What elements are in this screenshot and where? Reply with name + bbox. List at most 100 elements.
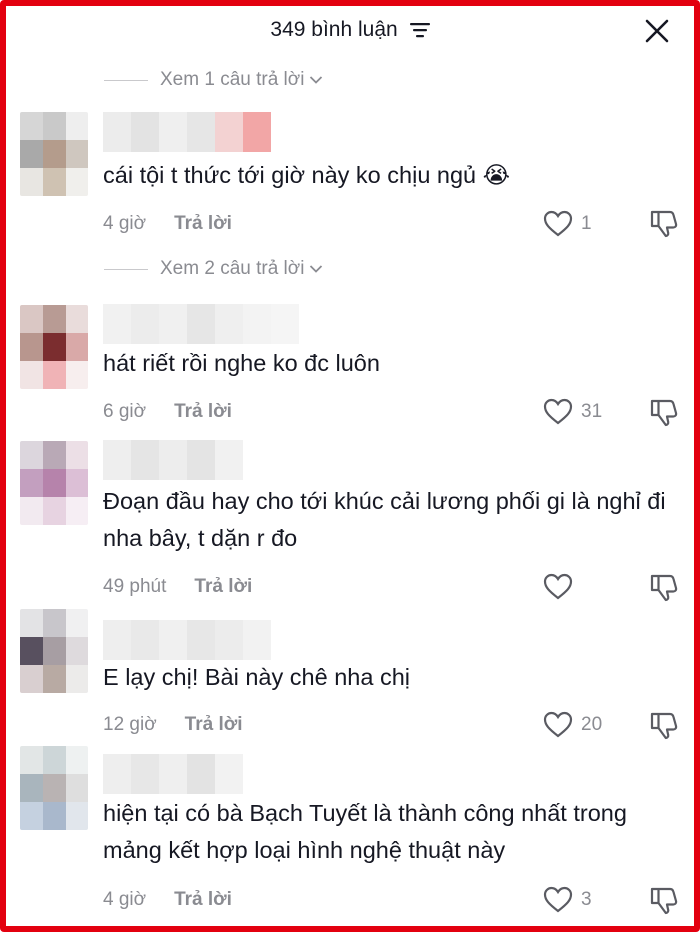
reply-button[interactable]: Trả lời	[194, 576, 252, 598]
comment-text: E lạy chị! Bài này chê nha chị	[103, 664, 410, 690]
comment-count-title: 349 bình luận	[0, 18, 700, 42]
comment-meta: 4 giờ Trả lời	[103, 210, 232, 238]
comment-meta: 12 giờ Trả lời	[103, 711, 243, 739]
username-pixel	[131, 304, 159, 344]
avatar-pixel	[20, 609, 43, 637]
username-pixel	[159, 620, 187, 660]
avatar-pixel	[20, 497, 43, 525]
avatar-pixel	[43, 609, 66, 637]
avatar-pixel	[66, 112, 88, 140]
comment-meta: 4 giờ Trả lời	[103, 886, 232, 914]
comment-time: 12 giờ	[103, 714, 157, 735]
comment-text: Đoạn đầu hay cho tới khúc cải lương phối…	[103, 488, 666, 551]
username-blurred[interactable]	[103, 620, 271, 660]
dislike-icon[interactable]	[648, 884, 680, 916]
avatar-pixel	[66, 665, 88, 693]
comment-time: 49 phút	[103, 576, 167, 597]
view-replies-label: Xem 1 câu trả lời	[160, 69, 305, 90]
avatar-pixel	[43, 305, 66, 333]
dislike-icon[interactable]	[648, 571, 680, 603]
chevron-down-icon	[310, 76, 323, 84]
username-blurred[interactable]	[103, 112, 271, 152]
chevron-down-icon	[310, 265, 323, 273]
username-blurred[interactable]	[103, 304, 299, 344]
avatar-pixel	[20, 637, 43, 665]
avatar-pixel	[43, 168, 66, 196]
replies-divider	[104, 268, 148, 270]
like-button[interactable]: 31	[543, 395, 602, 429]
view-replies-link[interactable]: Xem 2 câu trả lời	[104, 255, 323, 283]
comment-count-label: 349 bình luận	[270, 18, 398, 41]
like-count: 1	[581, 213, 592, 234]
username-pixel	[187, 440, 215, 480]
avatar-pixel	[66, 441, 88, 469]
avatar-pixel	[20, 774, 43, 802]
username-pixel	[215, 440, 243, 480]
avatar[interactable]	[20, 441, 88, 525]
like-button[interactable]: 3	[543, 883, 592, 917]
view-replies-link[interactable]: Xem 1 câu trả lời	[104, 66, 323, 94]
like-button[interactable]: 1	[543, 207, 592, 241]
like-button[interactable]: 20	[543, 708, 602, 742]
username-pixel	[271, 304, 299, 344]
username-pixel	[243, 112, 271, 152]
like-count: 20	[581, 714, 603, 735]
username-pixel	[159, 754, 187, 794]
avatar-pixel	[43, 774, 66, 802]
reply-button[interactable]: Trả lời	[174, 213, 232, 235]
heart-icon	[543, 573, 573, 600]
username-pixel	[215, 620, 243, 660]
avatar-pixel	[43, 140, 66, 168]
dislike-icon[interactable]	[648, 709, 680, 741]
comment-text: cái tội t thức tới giờ này ko chịu ngủ 😭	[103, 162, 511, 188]
sort-filter-icon[interactable]	[409, 22, 430, 38]
avatar-pixel	[66, 609, 88, 637]
username-pixel	[243, 620, 271, 660]
avatar-pixel	[43, 637, 66, 665]
dislike-icon[interactable]	[648, 207, 680, 239]
comments-header: 349 bình luận	[0, 14, 700, 50]
like-button[interactable]	[543, 570, 581, 604]
avatar-pixel	[43, 802, 66, 830]
avatar-pixel	[20, 665, 43, 693]
avatar-pixel	[43, 361, 66, 389]
avatar-pixel	[20, 802, 43, 830]
username-pixel	[159, 112, 187, 152]
avatar-pixel	[66, 469, 88, 497]
username-blurred[interactable]	[103, 754, 243, 794]
avatar-pixel	[43, 665, 66, 693]
username-pixel	[131, 440, 159, 480]
avatar-pixel	[66, 168, 88, 196]
reply-button[interactable]: Trả lời	[174, 401, 232, 423]
avatar[interactable]	[20, 305, 88, 389]
avatar-pixel	[43, 112, 66, 140]
avatar-pixel	[43, 497, 66, 525]
comment-text: hiện tại có bà Bạch Tuyết là thành công …	[103, 800, 627, 863]
username-pixel	[103, 754, 131, 794]
avatar[interactable]	[20, 746, 88, 830]
username-pixel	[187, 620, 215, 660]
avatar-pixel	[20, 112, 43, 140]
username-pixel	[103, 440, 131, 480]
avatar-pixel	[66, 361, 88, 389]
avatar-pixel	[66, 774, 88, 802]
like-count: 3	[581, 889, 592, 910]
reply-button[interactable]: Trả lời	[185, 714, 243, 736]
reply-button[interactable]: Trả lời	[174, 889, 232, 911]
avatar-pixel	[20, 168, 43, 196]
replies-divider	[104, 79, 148, 81]
avatar-pixel	[66, 802, 88, 830]
avatar[interactable]	[20, 112, 88, 196]
avatar-pixel	[66, 497, 88, 525]
heart-icon	[543, 711, 573, 738]
dislike-icon[interactable]	[648, 396, 680, 428]
username-pixel	[215, 304, 243, 344]
username-pixel	[243, 304, 271, 344]
close-icon[interactable]	[642, 16, 672, 46]
username-pixel	[187, 112, 215, 152]
avatar[interactable]	[20, 609, 88, 693]
username-pixel	[215, 754, 243, 794]
username-blurred[interactable]	[103, 440, 243, 480]
avatar-pixel	[20, 746, 43, 774]
username-pixel	[103, 112, 131, 152]
